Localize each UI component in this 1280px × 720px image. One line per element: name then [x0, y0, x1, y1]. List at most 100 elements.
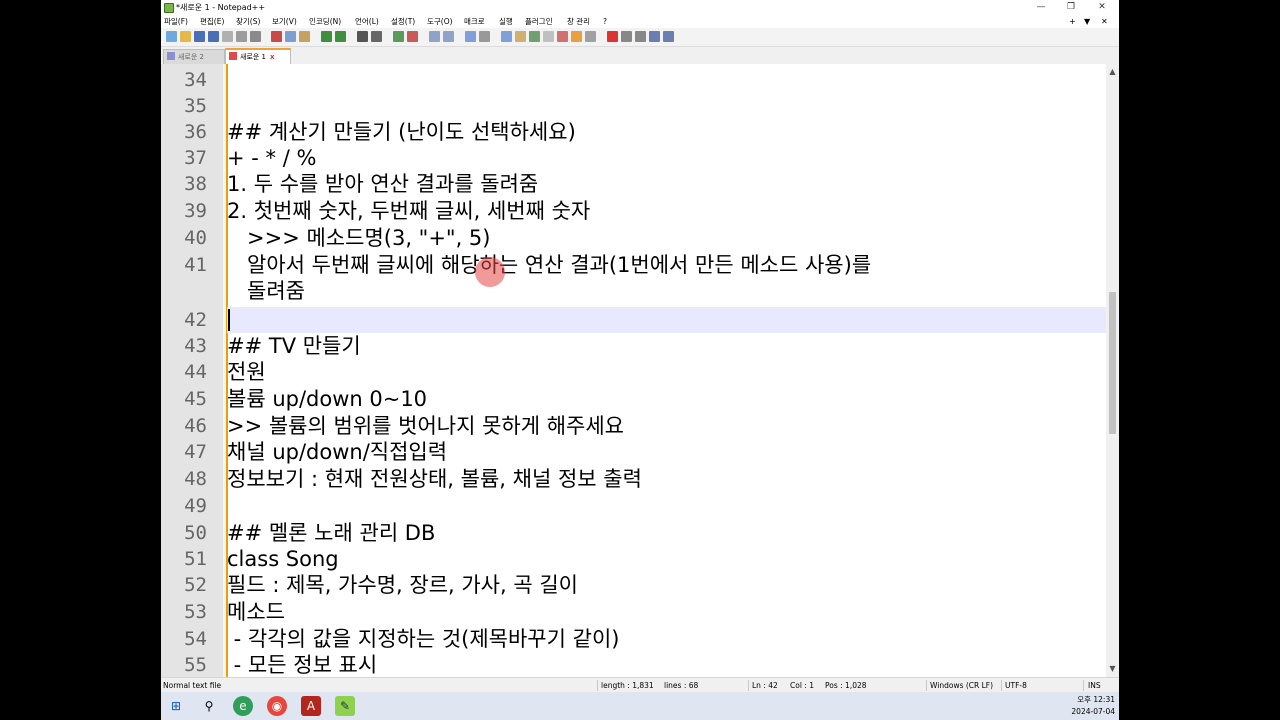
line-number: 49: [184, 495, 207, 517]
undo-icon[interactable]: [321, 31, 332, 42]
scroll-down-icon[interactable]: ▼: [1106, 663, 1119, 675]
menu-plugins[interactable]: 플러그인: [525, 15, 553, 28]
stop-macro-icon[interactable]: [621, 31, 632, 42]
indent-guide-icon[interactable]: [501, 31, 512, 42]
text-line: 볼륨 up/down 0~10: [227, 387, 428, 411]
text-line: - 모든 정보 표시: [227, 653, 378, 677]
minimize-button[interactable]: —: [1026, 0, 1056, 15]
system-clock[interactable]: 오후 12:31 2024-07-04: [1071, 694, 1115, 718]
text-line: ## 계산기 만들기 (난이도 선택하세요): [227, 120, 576, 144]
show-all-chars-icon[interactable]: [479, 31, 490, 42]
doc-map-icon[interactable]: [529, 31, 540, 42]
acrobat-icon[interactable]: A: [301, 696, 321, 716]
vertical-scrollbar[interactable]: ▲ ▼: [1106, 64, 1119, 677]
close-button[interactable]: ✕: [1087, 0, 1117, 15]
text-line: >> 볼륨의 범위를 벗어나지 못하게 해주세요: [227, 414, 625, 438]
tab-new-1[interactable]: 새로운 1 x: [225, 48, 291, 64]
tab-label: 새로운 2: [178, 53, 204, 61]
text-editor[interactable]: 34 35 36 ## 계산기 만들기 (난이도 선택하세요) 37 + - *…: [161, 64, 1106, 677]
status-eol: Windows (CR LF): [930, 681, 994, 690]
text-line: 필드 : 제목, 가수명, 장르, 가사, 곡 길이: [227, 573, 578, 597]
add-tab-icon[interactable]: +: [1069, 15, 1076, 28]
menu-macro[interactable]: 매크로: [464, 15, 485, 28]
play-macro-icon[interactable]: [635, 31, 646, 42]
find-icon[interactable]: [357, 31, 368, 42]
edge-browser-icon[interactable]: e: [233, 696, 253, 716]
clock-date: 2024-07-04: [1071, 707, 1115, 716]
notepadpp-window: *새로운 1 - Notepad++ — ❐ ✕ 파일(F) 편집(E) 찾기(…: [161, 0, 1119, 692]
close-icon[interactable]: [222, 31, 233, 42]
line-number: 50: [184, 522, 207, 544]
new-file-icon[interactable]: [166, 31, 177, 42]
menu-help[interactable]: ?: [603, 15, 607, 28]
toolbar: [161, 28, 1119, 47]
tab-close-icon[interactable]: x: [270, 50, 275, 64]
text-line: 전원: [227, 360, 266, 384]
tab-list-icon[interactable]: ▼: [1084, 15, 1090, 28]
sync-h-icon[interactable]: [443, 31, 454, 42]
zoom-in-icon[interactable]: [393, 31, 404, 42]
window-title: *새로운 1 - Notepad++: [176, 3, 266, 12]
run-macro-multiple-icon[interactable]: [649, 31, 660, 42]
line-number: 39: [184, 200, 207, 222]
line-number: 54: [184, 628, 207, 650]
text-line: 채널 up/down/직접입력: [227, 440, 448, 464]
close-doc-icon[interactable]: ✕: [1101, 15, 1108, 28]
status-separator: [926, 680, 927, 691]
paste-icon[interactable]: [299, 31, 310, 42]
tab-new-2[interactable]: 새로운 2: [163, 49, 225, 64]
notepadpp-taskbar-icon[interactable]: ✎: [335, 696, 355, 716]
scrollbar-thumb[interactable]: [1109, 292, 1116, 434]
save-all-icon[interactable]: [208, 31, 219, 42]
file-saved-icon: [167, 52, 175, 60]
print-icon[interactable]: [250, 31, 261, 42]
monitoring-icon[interactable]: [571, 31, 582, 42]
windows-start-icon[interactable]: ⊞: [166, 696, 186, 716]
menu-search[interactable]: 찾기(S): [236, 15, 260, 28]
folder-workspace-icon[interactable]: [557, 31, 568, 42]
function-list-icon[interactable]: [543, 31, 554, 42]
menu-encoding[interactable]: 인코딩(N): [309, 15, 341, 28]
menu-settings[interactable]: 설정(T): [391, 15, 415, 28]
word-wrap-icon[interactable]: [465, 31, 476, 42]
replace-icon[interactable]: [371, 31, 382, 42]
status-separator: [597, 680, 598, 691]
search-icon[interactable]: ⚲: [199, 696, 219, 716]
save-icon[interactable]: [194, 31, 205, 42]
text-line: 정보보기 : 현재 전원상태, 볼륨, 채널 정보 출력: [227, 467, 642, 491]
windows-taskbar: ⊞ ⚲ e ◉ A ✎ 오후 12:31 2024-07-04: [161, 692, 1119, 720]
menu-language[interactable]: 언어(L): [355, 15, 379, 28]
copy-icon[interactable]: [285, 31, 296, 42]
menu-tools[interactable]: 도구(O): [427, 15, 453, 28]
text-line: + - * / %: [227, 146, 317, 170]
zoom-out-icon[interactable]: [407, 31, 418, 42]
panel-icon[interactable]: [585, 31, 596, 42]
close-all-icon[interactable]: [236, 31, 247, 42]
open-file-icon[interactable]: [180, 31, 191, 42]
status-lines: lines : 68: [664, 681, 699, 690]
text-caret: [228, 309, 230, 331]
line-number: 36: [184, 121, 207, 143]
status-length: length : 1,831: [601, 681, 654, 690]
menu-window[interactable]: 창 관리: [567, 15, 590, 28]
menu-file[interactable]: 파일(F): [164, 15, 188, 28]
redo-icon[interactable]: [335, 31, 346, 42]
status-file-type: Normal text file: [163, 681, 222, 690]
notepadpp-app-icon: [164, 3, 174, 13]
scroll-up-icon[interactable]: ▲: [1106, 66, 1119, 78]
save-macro-icon[interactable]: [663, 31, 674, 42]
chrome-browser-icon[interactable]: ◉: [267, 696, 287, 716]
menu-view[interactable]: 보기(V): [272, 15, 297, 28]
cut-icon[interactable]: [271, 31, 282, 42]
clock-time: 오후 12:31: [1077, 695, 1115, 704]
maximize-button[interactable]: ❐: [1056, 0, 1086, 15]
line-number: 35: [184, 95, 207, 117]
menu-edit[interactable]: 편집(E): [200, 15, 224, 28]
menu-run[interactable]: 실행: [499, 15, 513, 28]
record-macro-icon[interactable]: [607, 31, 618, 42]
title-bar[interactable]: *새로운 1 - Notepad++ — ❐ ✕: [161, 0, 1119, 15]
status-insert-mode: INS: [1088, 681, 1101, 690]
line-number: 46: [184, 415, 207, 437]
udl-icon[interactable]: [515, 31, 526, 42]
sync-v-icon[interactable]: [429, 31, 440, 42]
